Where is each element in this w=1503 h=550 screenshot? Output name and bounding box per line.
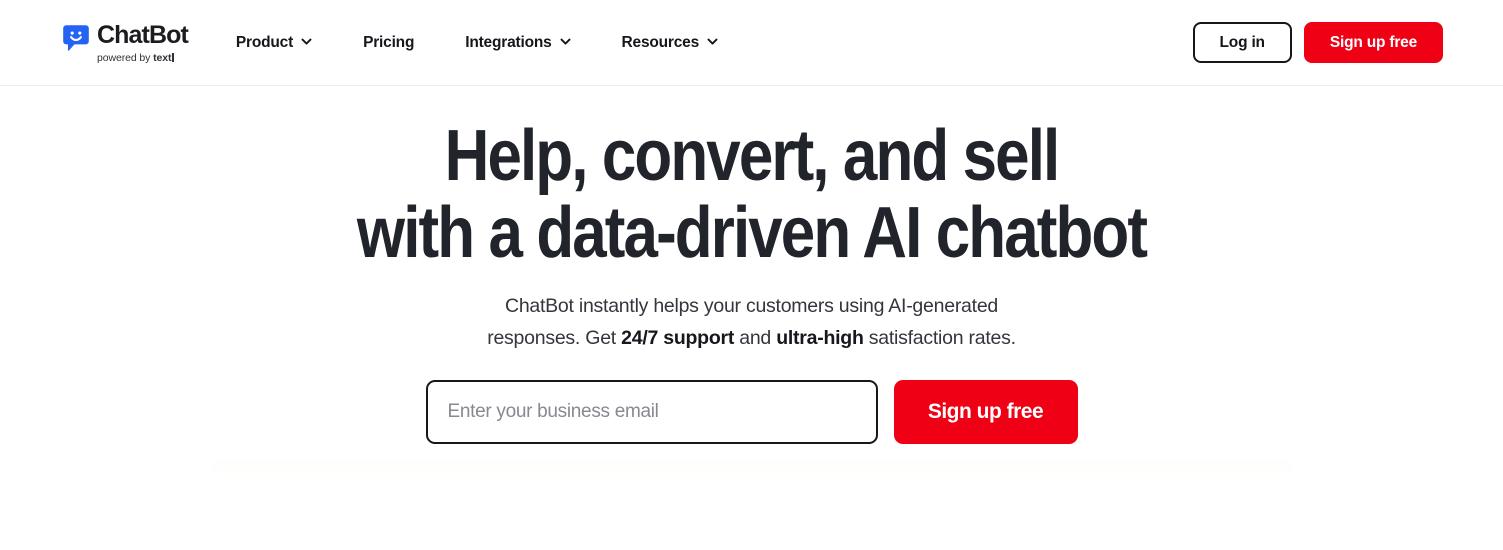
nav-item-pricing[interactable]: Pricing [363,28,414,58]
perk-free-trial: Free 14-day trial [603,458,718,473]
header-actions: Log in Sign up free [1192,22,1443,63]
brand-text: ChatBot powered by text [97,21,189,64]
perk-free-trial-label: Free 14-day trial [622,458,718,473]
nav-item-pricing-label: Pricing [363,33,415,51]
nav-item-resources[interactable]: Resources [622,28,718,58]
nav-item-product[interactable]: Product [236,28,312,58]
main-navigation: Product Pricing Integrations Resources [236,28,1193,58]
check-icon [747,460,759,472]
brand-tagline-text: text [153,52,172,65]
chevron-down-icon [301,36,312,47]
hero-subtitle-text-b: and [734,327,777,349]
site-header: ChatBot powered by text Product Pricing … [0,0,1503,86]
hero-subtitle: ChatBot instantly helps your customers u… [0,290,1503,354]
chevron-down-icon [707,36,718,47]
chat-bubble-smiley-icon [62,24,90,52]
brand-name: ChatBot [97,21,189,50]
nav-item-resources-label: Resources [621,33,700,51]
hero-subtitle-text-a: responses. Get [487,327,622,349]
text-cursor-icon [172,53,174,63]
perk-no-credit-card: No credit card required [747,458,900,473]
check-icon [603,460,615,472]
business-email-input[interactable] [425,380,878,444]
page-title-line-2: with a data-driven AI chatbot [356,193,1148,273]
hero-subtitle-bold-ultrahigh: ultra-high [776,327,864,349]
hero-section: Help, convert, and sell with a data-driv… [0,86,1503,473]
hero-subtitle-text-c: satisfaction rates. [863,327,1016,349]
page-title-line-1: Help, convert, and sell [444,116,1061,196]
brand-tagline-prefix: powered by [97,52,154,65]
nav-item-product-label: Product [235,33,294,51]
perk-no-credit-card-label: No credit card required [765,458,900,473]
nav-item-integrations[interactable]: Integrations [465,28,571,58]
nav-item-integrations-label: Integrations [465,33,552,51]
page-title: Help, convert, and sell with a data-driv… [105,118,1398,272]
signup-perks: Free 14-day trial No credit card require… [0,458,1503,473]
chevron-down-icon [560,36,571,47]
brand-tagline: powered by text [97,53,188,64]
signup-free-button-header[interactable]: Sign up free [1303,22,1443,63]
signup-free-button-hero[interactable]: Sign up free [893,380,1078,444]
hero-subtitle-line-2: responses. Get 24/7 support and ultra-hi… [0,322,1503,354]
brand-logo-link[interactable]: ChatBot powered by text [62,21,189,64]
signup-form: Sign up free [0,380,1503,444]
hero-subtitle-line-1: ChatBot instantly helps your customers u… [504,295,999,317]
login-button[interactable]: Log in [1192,22,1292,63]
hero-subtitle-bold-support: 24/7 support [621,327,735,349]
